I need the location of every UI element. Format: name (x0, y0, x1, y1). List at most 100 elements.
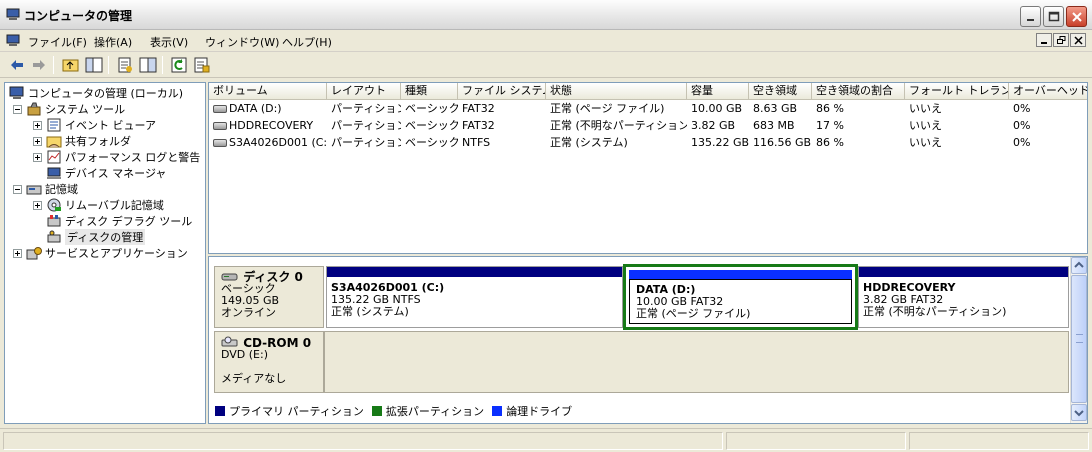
column-header-overhead[interactable]: オーバーヘッド (1009, 83, 1087, 100)
expand-icon[interactable] (33, 200, 42, 210)
menu-help[interactable]: ヘルプ(H) (282, 34, 332, 50)
extended-partition-swatch (371, 406, 382, 416)
vertical-scrollbar[interactable] (1070, 257, 1087, 423)
column-header-free-space[interactable]: 空き領域 (749, 83, 812, 100)
column-header-filesystem[interactable]: ファイル システム (458, 83, 546, 100)
performance-logs-icon (47, 150, 61, 164)
properties-icon[interactable] (116, 56, 134, 74)
restore-icon (1057, 36, 1066, 44)
table-cell: いいえ (909, 136, 942, 149)
table-cell: S3A4026D001 (C:) (229, 136, 327, 149)
mdi-close-button[interactable] (1070, 33, 1086, 47)
table-row[interactable]: S3A4026D001 (C:) パーティション ベーシック NTFS 正常 (… (209, 134, 1087, 151)
toolbar-separator (162, 56, 163, 74)
column-header-type[interactable]: 種類 (401, 83, 458, 100)
expand-icon[interactable] (33, 120, 42, 130)
tree-item-disk-management[interactable]: ディスクの管理 (46, 229, 146, 245)
minimize-icon (1027, 19, 1034, 21)
tree-item-label: ディスクの管理 (65, 229, 146, 245)
menu-view[interactable]: 表示(V) (150, 34, 188, 50)
expand-icon[interactable] (13, 248, 22, 258)
table-cell: FAT32 (462, 119, 495, 132)
table-cell: FAT32 (462, 102, 495, 115)
table-cell: 17 % (816, 119, 844, 132)
chevron-down-icon (1074, 410, 1084, 417)
close-button[interactable] (1066, 6, 1087, 27)
show-hide-tree-icon[interactable] (85, 56, 103, 74)
column-header-capacity[interactable]: 容量 (687, 83, 749, 100)
cdrom-0-label[interactable]: CD-ROM 0 DVD (E:) メディアなし (214, 331, 324, 393)
collapse-icon[interactable] (13, 184, 22, 194)
cdrom-empty-area[interactable] (324, 331, 1069, 393)
partition-d[interactable]: DATA (D:) 10.00 GB FAT32 正常 (ページ ファイル) (623, 264, 858, 330)
expand-icon[interactable] (33, 152, 42, 162)
partition-hddrecovery[interactable]: HDDRECOVERY 3.82 GB FAT32 正常 (不明なパーティション… (858, 266, 1069, 328)
tree-item-perf-logs[interactable]: パフォーマンス ログと警告 (33, 149, 200, 165)
table-cell: 0% (1013, 136, 1031, 149)
column-header-layout[interactable]: レイアウト (327, 83, 401, 100)
device-manager-icon (47, 167, 61, 179)
tree-item-event-viewer[interactable]: イベント ビューア (33, 117, 156, 133)
column-header-volume[interactable]: ボリューム (209, 83, 327, 100)
tree-item-system-tools[interactable]: システム ツール (13, 101, 125, 117)
menu-action[interactable]: 操作(A) (94, 34, 132, 50)
table-cell: HDDRECOVERY (229, 119, 314, 132)
up-folder-icon[interactable] (62, 56, 80, 74)
menu-file[interactable]: ファイル(F) (28, 34, 87, 50)
column-header-status[interactable]: 状態 (546, 83, 687, 100)
mdi-restore-button[interactable] (1053, 33, 1069, 47)
tree-item-label: パフォーマンス ログと警告 (65, 151, 201, 164)
mdi-minimize-button[interactable] (1036, 33, 1052, 47)
close-icon (1074, 36, 1083, 45)
tree-item-defrag[interactable]: ディスク デフラグ ツール (46, 213, 192, 229)
partition-legend: プライマリ パーティション 拡張パーティション 論理ドライブ (215, 403, 580, 419)
table-cell: 正常 (不明なパーティション) (550, 119, 687, 132)
logical-drive-bar (629, 270, 852, 279)
minimize-button[interactable] (1020, 6, 1041, 27)
disk-0-label[interactable]: ディスク 0 ベーシック 149.05 GB オンライン (214, 266, 324, 328)
table-row[interactable]: HDDRECOVERY パーティション ベーシック FAT32 正常 (不明なパ… (209, 117, 1087, 134)
partition-status: 正常 (システム) (331, 305, 409, 318)
volume-list: ボリューム レイアウト 種類 ファイル システム 状態 容量 空き領域 空き領域… (208, 82, 1088, 254)
scroll-up-button[interactable] (1071, 257, 1087, 274)
column-header-percent-free[interactable]: 空き領域の割合 (812, 83, 905, 100)
event-viewer-icon (47, 118, 61, 132)
disk-status: オンライン (221, 306, 276, 319)
logical-drive-swatch (492, 406, 503, 416)
tree-item-label: 記憶域 (45, 183, 78, 196)
tree-item-label: リムーバブル記憶域 (65, 199, 164, 212)
scroll-down-button[interactable] (1071, 404, 1087, 421)
scroll-thumb[interactable] (1071, 275, 1087, 403)
refresh-icon[interactable] (170, 56, 188, 74)
forward-arrow-icon[interactable] (30, 56, 48, 74)
child-window-icon[interactable] (6, 34, 20, 47)
minimize-icon (1041, 42, 1047, 44)
collapse-icon[interactable] (13, 104, 22, 114)
table-cell: DATA (D:) (229, 102, 282, 115)
expand-icon[interactable] (33, 136, 42, 146)
shared-folder-icon (46, 136, 62, 148)
export-list-icon[interactable] (193, 56, 211, 74)
tree-item-storage[interactable]: 記憶域 (13, 181, 78, 197)
legend-label: 拡張パーティション (385, 405, 485, 418)
tree-item-root[interactable]: コンピュータの管理 (ローカル) (9, 85, 183, 101)
table-cell: いいえ (909, 119, 942, 132)
maximize-button[interactable] (1043, 6, 1064, 27)
cdrom-icon (221, 336, 238, 347)
table-row[interactable]: DATA (D:) パーティション ベーシック FAT32 正常 (ページ ファ… (209, 100, 1087, 117)
menu-window[interactable]: ウィンドウ(W) (205, 34, 279, 50)
disk-graphical-view: ディスク 0 ベーシック 149.05 GB オンライン S3A4026D001… (208, 256, 1088, 424)
volume-icon (213, 139, 227, 147)
table-cell: ベーシック (405, 136, 458, 149)
tree-item-shared-folders[interactable]: 共有フォルダ (33, 133, 131, 149)
tree-item-device-manager[interactable]: デバイス マネージャ (46, 165, 166, 181)
tree-item-services-apps[interactable]: サービスとアプリケーション (13, 245, 188, 261)
tree-item-removable-storage[interactable]: リムーバブル記憶域 (33, 197, 164, 213)
help-pane-icon[interactable] (139, 56, 157, 74)
back-arrow-icon[interactable] (8, 56, 26, 74)
partition-c[interactable]: S3A4026D001 (C:) 135.22 GB NTFS 正常 (システム… (326, 266, 623, 328)
table-cell: ベーシック (405, 102, 458, 115)
column-header-fault-tolerance[interactable]: フォールト トレランス (905, 83, 1009, 100)
table-cell: 0% (1013, 102, 1031, 115)
table-cell: 3.82 GB (691, 119, 736, 132)
